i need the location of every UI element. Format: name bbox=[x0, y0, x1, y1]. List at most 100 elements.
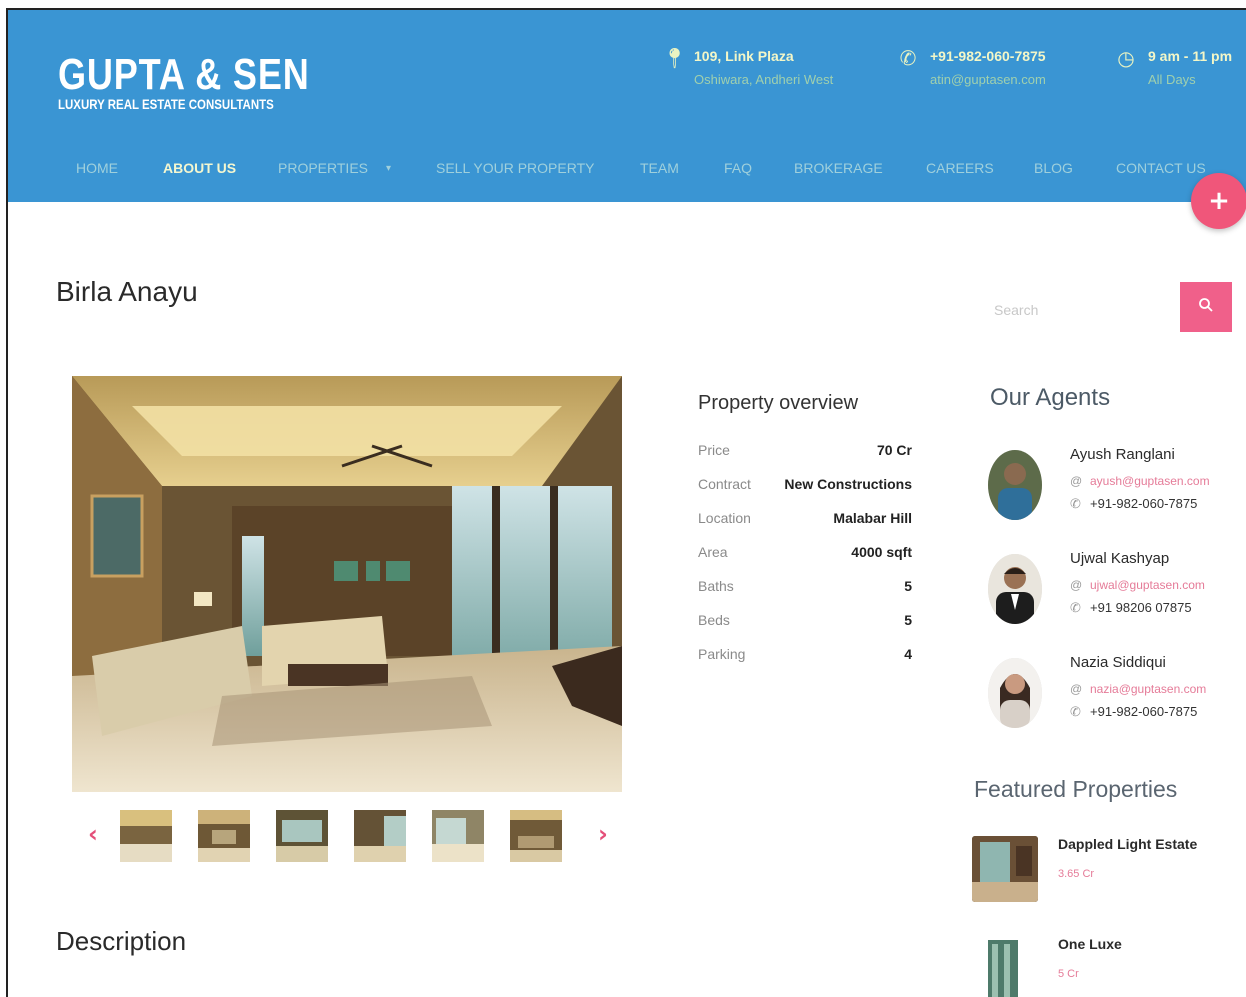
featured-property-price: 5 Cr bbox=[1058, 968, 1079, 980]
overview-row-area: Area 4000 sqft bbox=[698, 544, 912, 564]
agent-email-text: nazia@guptasen.com bbox=[1090, 682, 1207, 696]
featured-property-price: 3.65 Cr bbox=[1058, 868, 1095, 880]
agent-phone[interactable]: ✆ +91-982-060-7875 bbox=[1070, 496, 1197, 512]
gallery-next-icon[interactable]: › bbox=[598, 820, 608, 848]
gallery-thumbnail[interactable] bbox=[120, 810, 172, 862]
overview-value: 4000 sqft bbox=[851, 544, 912, 560]
address-info: 📍︎ 109, Link Plaza Oshiwara, Andheri Wes… bbox=[662, 48, 833, 87]
featured-property-item[interactable]: One Luxe 5 Cr bbox=[972, 936, 1242, 997]
brand-tagline: LUXURY REAL ESTATE CONSULTANTS bbox=[58, 96, 274, 112]
featured-property-item[interactable]: Dappled Light Estate 3.65 Cr bbox=[972, 836, 1242, 906]
image-gallery: ‹ › bbox=[88, 810, 618, 864]
hours-line-2: All Days bbox=[1148, 72, 1196, 87]
overview-row-location: Location Malabar Hill bbox=[698, 510, 912, 530]
gallery-thumbnail[interactable] bbox=[198, 810, 250, 862]
search-icon bbox=[1199, 297, 1213, 312]
phone-icon: ✆ bbox=[1070, 600, 1081, 615]
hours-line-1: 9 am - 11 pm bbox=[1148, 48, 1233, 64]
agent-phone-text: +91 98206 07875 bbox=[1090, 600, 1192, 615]
agent-email-text: ujwal@guptasen.com bbox=[1090, 578, 1205, 592]
featured-property-name[interactable]: One Luxe bbox=[1058, 936, 1122, 952]
overview-label: Price bbox=[698, 442, 730, 458]
agent-email[interactable]: @ nazia@guptasen.com bbox=[1070, 682, 1206, 696]
overview-row-baths: Baths 5 bbox=[698, 578, 912, 598]
agent-card: Ayush Ranglani @ ayush@guptasen.com ✆ +91-… bbox=[988, 446, 1246, 526]
agent-phone-text: +91-982-060-7875 bbox=[1090, 496, 1198, 511]
address-line-2: Oshiwara, Andheri West bbox=[694, 72, 834, 87]
at-icon: @ bbox=[1070, 682, 1083, 696]
overview-row-price: Price 70 Cr bbox=[698, 442, 912, 462]
add-fab-button[interactable]: + bbox=[1191, 173, 1246, 229]
overview-value: 5 bbox=[904, 612, 912, 628]
contact-info: ✆ +91-982-060-7875 atin@guptasen.com bbox=[898, 48, 1046, 87]
featured-property-image[interactable] bbox=[972, 936, 1038, 997]
overview-label: Baths bbox=[698, 578, 734, 594]
gallery-thumbnail[interactable] bbox=[432, 810, 484, 862]
page-title: Birla Anayu bbox=[56, 276, 198, 307]
main-nav: HOME ABOUT US PROPERTIES ▾ SELL YOUR PRO… bbox=[8, 160, 1246, 184]
overview-heading: Property overview bbox=[698, 392, 859, 414]
property-main-image[interactable] bbox=[72, 376, 622, 792]
agent-name[interactable]: Ujwal Kashyap bbox=[1070, 550, 1169, 567]
agent-phone-text: +91-982-060-7875 bbox=[1090, 704, 1198, 719]
gallery-thumbnail[interactable] bbox=[510, 810, 562, 862]
gallery-thumbnail[interactable] bbox=[354, 810, 406, 862]
gallery-thumbnail[interactable] bbox=[276, 810, 328, 862]
nav-item-brokerage[interactable]: BROKERAGE bbox=[794, 160, 883, 176]
agent-card: Nazia Siddiqui @ nazia@guptasen.com ✆ +91-… bbox=[988, 654, 1246, 734]
at-icon: @ bbox=[1070, 578, 1083, 592]
nav-item-contact-us[interactable]: CONTACT US bbox=[1116, 160, 1206, 176]
overview-label: Beds bbox=[698, 612, 730, 628]
overview-label: Parking bbox=[698, 646, 746, 662]
nav-item-team[interactable]: TEAM bbox=[640, 160, 679, 176]
nav-item-faq[interactable]: FAQ bbox=[724, 160, 752, 176]
living-room-photo bbox=[72, 376, 622, 792]
overview-label: Contract bbox=[698, 476, 751, 492]
caret-down-icon[interactable]: ▾ bbox=[386, 163, 391, 174]
nav-item-careers[interactable]: CAREERS bbox=[926, 160, 994, 176]
featured-property-name[interactable]: Dappled Light Estate bbox=[1058, 836, 1197, 852]
agents-heading: Our Agents bbox=[990, 384, 1111, 411]
nav-item-about-us[interactable]: ABOUT US bbox=[163, 160, 236, 176]
contact-email[interactable]: atin@guptasen.com bbox=[930, 72, 1046, 87]
address-line-1: 109, Link Plaza bbox=[694, 48, 794, 64]
nav-item-blog[interactable]: BLOG bbox=[1034, 160, 1073, 176]
description-heading: Description bbox=[56, 926, 187, 956]
overview-label: Location bbox=[698, 510, 751, 526]
contact-phone[interactable]: +91-982-060-7875 bbox=[930, 48, 1046, 64]
nav-item-home[interactable]: HOME bbox=[76, 160, 118, 176]
overview-row-parking: Parking 4 bbox=[698, 646, 912, 666]
overview-value: New Constructions bbox=[784, 476, 912, 492]
clock-icon: ◷ bbox=[1117, 46, 1135, 70]
agent-name[interactable]: Nazia Siddiqui bbox=[1070, 654, 1166, 671]
avatar[interactable] bbox=[988, 554, 1042, 624]
agent-name[interactable]: Ayush Ranglani bbox=[1070, 446, 1175, 463]
gallery-prev-icon[interactable]: ‹ bbox=[88, 820, 98, 848]
phone-icon: ✆ bbox=[1070, 496, 1081, 511]
agent-phone[interactable]: ✆ +91 98206 07875 bbox=[1070, 600, 1192, 616]
agent-email[interactable]: @ ujwal@guptasen.com bbox=[1070, 578, 1205, 592]
search-button[interactable] bbox=[1180, 282, 1232, 332]
nav-item-properties[interactable]: PROPERTIES bbox=[278, 160, 368, 176]
hours-info: ◷ 9 am - 11 pm All Days bbox=[1116, 48, 1232, 87]
avatar[interactable] bbox=[988, 450, 1042, 520]
featured-property-image[interactable] bbox=[972, 836, 1038, 902]
overview-label: Area bbox=[698, 544, 728, 560]
avatar[interactable] bbox=[988, 658, 1042, 728]
agent-email-text: ayush@guptasen.com bbox=[1090, 474, 1210, 488]
overview-value: 70 Cr bbox=[876, 442, 912, 458]
at-icon: @ bbox=[1070, 474, 1083, 488]
agent-card: Ujwal Kashyap @ ujwal@guptasen.com ✆ +91 9… bbox=[988, 550, 1246, 630]
phone-icon: ✆ bbox=[1070, 704, 1081, 719]
nav-item-sell-your-property[interactable]: SELL YOUR PROPERTY bbox=[436, 160, 594, 176]
brand-logo-name[interactable]: GUPTA & SEN bbox=[58, 50, 310, 100]
overview-row-contract: Contract New Constructions bbox=[698, 476, 912, 496]
agent-phone[interactable]: ✆ +91-982-060-7875 bbox=[1070, 704, 1197, 720]
overview-value: Malabar Hill bbox=[833, 510, 912, 526]
page-frame: GUPTA & SEN LUXURY REAL ESTATE CONSULTAN… bbox=[6, 8, 1246, 997]
featured-heading: Featured Properties bbox=[974, 776, 1178, 802]
search-input[interactable] bbox=[984, 290, 1180, 330]
overview-row-beds: Beds 5 bbox=[698, 612, 912, 632]
map-pin-icon: 📍︎ bbox=[662, 46, 688, 70]
agent-email[interactable]: @ ayush@guptasen.com bbox=[1070, 474, 1210, 488]
